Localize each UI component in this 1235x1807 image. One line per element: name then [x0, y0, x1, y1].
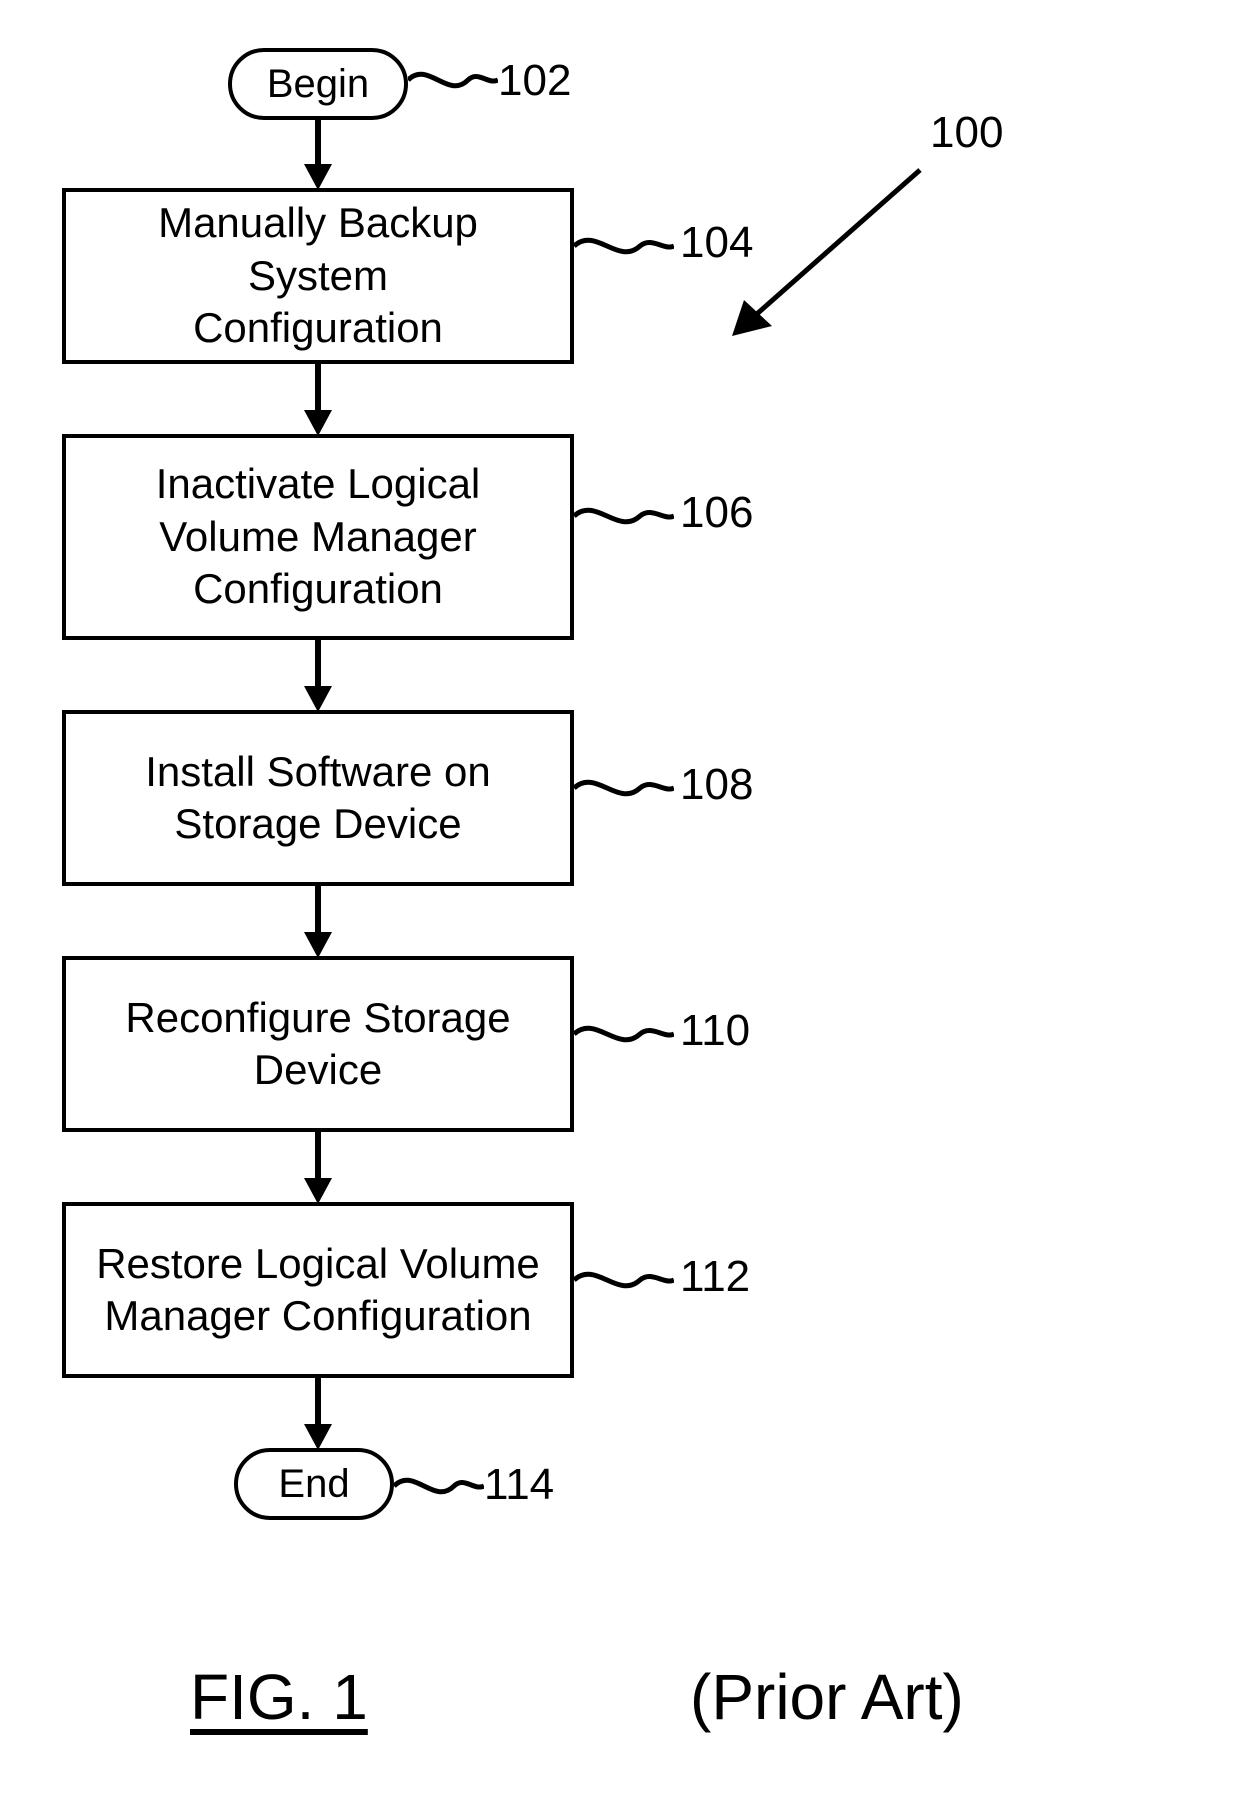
- process-106: Inactivate Logical Volume Manager Config…: [62, 434, 574, 640]
- arrow-106-to-108: [300, 640, 336, 712]
- figure-label: FIG. 1: [190, 1660, 368, 1734]
- label-110: 110: [680, 1006, 750, 1056]
- label-112: 112: [680, 1252, 750, 1302]
- terminator-end: End: [234, 1448, 394, 1520]
- terminator-begin-text: Begin: [267, 62, 369, 107]
- leader-106: [574, 496, 674, 536]
- leader-104: [574, 226, 674, 266]
- leader-110: [574, 1014, 674, 1054]
- label-114: 114: [484, 1460, 554, 1510]
- terminator-begin: Begin: [228, 48, 408, 120]
- leader-102: [408, 60, 498, 100]
- arrow-112-to-end: [300, 1378, 336, 1450]
- leader-108: [574, 768, 674, 808]
- terminator-end-text: End: [278, 1462, 349, 1507]
- arrow-104-to-106: [300, 364, 336, 436]
- process-104-text: Manually Backup System Configuration: [86, 197, 550, 355]
- pointer-100: [720, 160, 940, 340]
- process-104: Manually Backup System Configuration: [62, 188, 574, 364]
- process-106-text: Inactivate Logical Volume Manager Config…: [156, 458, 481, 616]
- leader-112: [574, 1260, 674, 1300]
- arrow-108-to-110: [300, 886, 336, 958]
- flowchart-canvas: Begin Manually Backup System Configurati…: [0, 0, 1235, 1807]
- label-102: 102: [498, 56, 571, 106]
- label-100: 100: [930, 108, 1003, 158]
- process-108-text: Install Software on Storage Device: [145, 746, 491, 851]
- label-108: 108: [680, 760, 753, 810]
- process-110-text: Reconfigure Storage Device: [125, 992, 510, 1097]
- leader-114: [394, 1466, 484, 1506]
- label-106: 106: [680, 488, 753, 538]
- arrow-begin-to-104: [300, 120, 336, 190]
- arrow-110-to-112: [300, 1132, 336, 1204]
- process-112-text: Restore Logical Volume Manager Configura…: [96, 1238, 540, 1343]
- process-108: Install Software on Storage Device: [62, 710, 574, 886]
- process-110: Reconfigure Storage Device: [62, 956, 574, 1132]
- prior-art-label: (Prior Art): [690, 1660, 964, 1734]
- process-112: Restore Logical Volume Manager Configura…: [62, 1202, 574, 1378]
